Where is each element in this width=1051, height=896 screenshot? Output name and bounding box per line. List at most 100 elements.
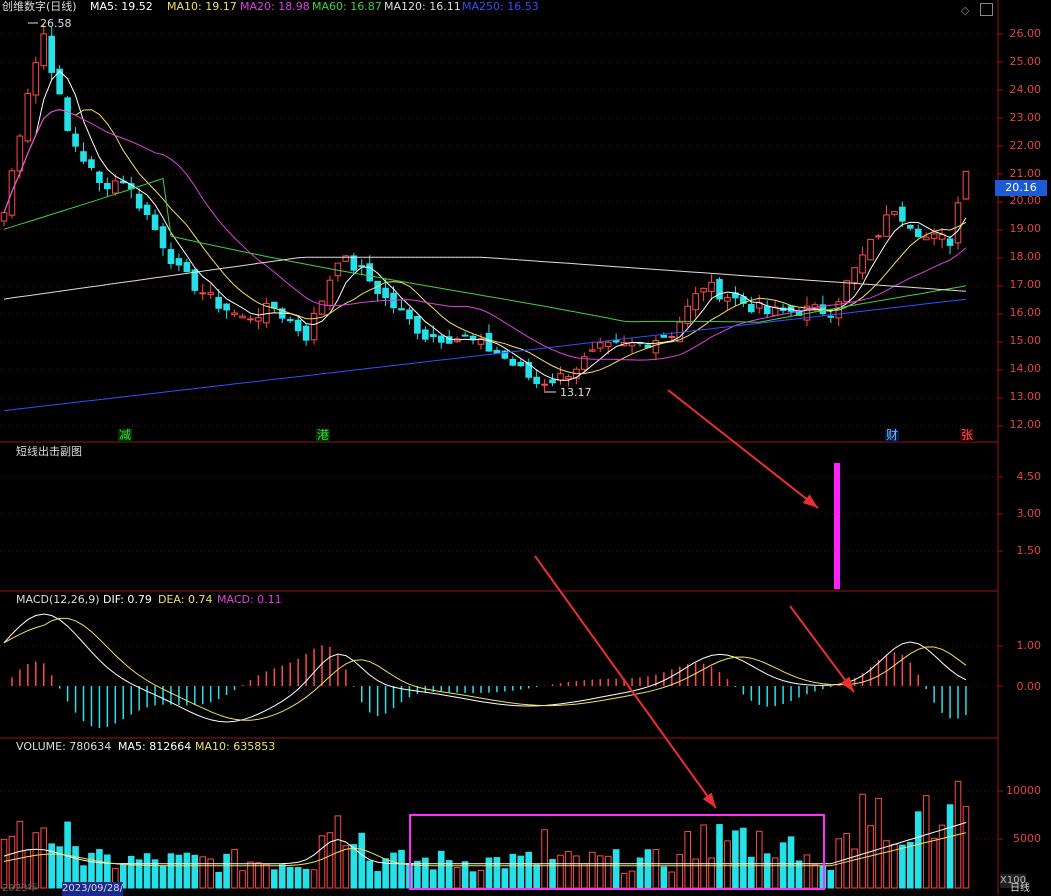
window-box-icon[interactable]	[980, 3, 993, 16]
volume-bar	[708, 857, 715, 889]
volume-bar	[366, 860, 373, 889]
candle-body	[318, 300, 326, 315]
candle-body	[469, 335, 477, 341]
volume-bar	[453, 866, 461, 889]
period-label[interactable]: 日线	[1010, 882, 1030, 896]
volume-bar	[310, 869, 318, 889]
chart-canvas[interactable]	[0, 0, 1051, 895]
candle-body	[406, 309, 413, 320]
macd-axis-1: 1.00	[1016, 639, 1042, 652]
candle-body	[350, 255, 358, 271]
volume-bar	[485, 857, 493, 889]
volume-bar	[517, 855, 525, 889]
volume-bar	[763, 853, 771, 889]
ma250-label: MA250: 16.53	[462, 0, 539, 13]
volume-bar	[851, 848, 858, 889]
volume-bar	[843, 832, 851, 889]
volume-bar	[167, 853, 175, 889]
volume-ma5: MA5: 812664	[118, 740, 192, 753]
volume-bar	[660, 866, 668, 889]
candle-body	[763, 305, 771, 315]
candle-body	[509, 358, 517, 366]
volume-bar	[191, 854, 199, 889]
price-axis-label: 13.00	[1009, 389, 1042, 403]
volume-bar	[875, 797, 882, 889]
volume-bar	[358, 832, 366, 889]
volume-bar	[143, 853, 151, 889]
candle-body	[930, 233, 938, 239]
arrow-macd	[789, 605, 855, 693]
price-axis-label: 26.00	[1009, 27, 1042, 40]
volume-bar	[859, 793, 866, 889]
marker-finance[interactable]: 财	[885, 429, 900, 442]
ma5-label: MA5: 19.52	[90, 0, 153, 13]
volume-bar	[8, 835, 16, 889]
candle-body	[589, 349, 596, 352]
volume-title: VOLUME: 780634	[16, 740, 112, 753]
candle-body	[382, 287, 389, 299]
candle-body	[668, 336, 676, 339]
candle-body	[485, 332, 493, 352]
ma250-line	[3, 298, 967, 412]
candle-body	[899, 206, 906, 222]
candle-body	[596, 342, 604, 349]
candle-body	[422, 329, 429, 340]
volume-bar	[652, 849, 660, 889]
volume-bar	[596, 855, 604, 889]
candle-body	[175, 258, 183, 266]
marker-rise[interactable]: 张	[960, 429, 975, 442]
candle-body	[16, 135, 24, 172]
candle-body	[541, 383, 548, 386]
candle-body	[255, 317, 262, 322]
volume-bar	[581, 863, 588, 889]
candle-body	[461, 334, 469, 337]
dif-line	[3, 613, 967, 723]
candle-body	[851, 267, 858, 284]
candle-body	[358, 265, 366, 268]
volume-bar	[732, 830, 739, 889]
candle-body	[199, 292, 207, 295]
volume-bar	[795, 860, 803, 889]
marker-reduce[interactable]: 减	[118, 429, 133, 442]
volume-bar	[302, 868, 310, 889]
candle-body	[907, 225, 914, 229]
volume-bar	[215, 871, 222, 889]
ma10-label: MA10: 19.17	[167, 0, 237, 13]
volume-bar	[445, 860, 453, 889]
candle-body	[549, 379, 556, 384]
candle-body	[660, 334, 668, 338]
volume-bar	[509, 853, 517, 889]
volume-bar	[239, 870, 246, 889]
price-axis-label: 19.00	[1009, 222, 1042, 236]
candle-body	[151, 214, 159, 230]
candle-body	[827, 315, 835, 318]
volume-bar	[422, 857, 429, 889]
volume-bar	[159, 865, 167, 889]
volume-bar	[724, 840, 731, 889]
candle-body	[64, 97, 71, 131]
volume-bar	[199, 856, 207, 889]
candle-body	[891, 211, 898, 215]
candle-body	[0, 212, 8, 222]
volume-bar	[437, 850, 445, 889]
signal-bar	[834, 463, 840, 589]
arrow-volume-head	[702, 792, 716, 808]
ma120-label: MA120: 16.11	[384, 0, 461, 13]
candle-body	[32, 62, 40, 96]
volume-bar	[620, 872, 628, 889]
bottom-date[interactable]: 2023/09/28/	[62, 882, 124, 896]
volume-bar	[573, 855, 580, 889]
volume-bar	[374, 871, 381, 889]
price-axis-label: 20.00	[1009, 194, 1042, 208]
sub1-axis-1: 4.50	[1016, 470, 1042, 483]
diamond-icon[interactable]: ◇	[961, 4, 969, 17]
candle-body	[104, 183, 111, 190]
marker-hk[interactable]: 港	[316, 429, 331, 442]
ma60-line	[3, 177, 967, 323]
candle-body	[80, 151, 87, 162]
candle-body	[517, 361, 525, 367]
stock-chart-window[interactable]: 创维数字(日线) MA5: 19.52 MA10: 19.17 MA20: 18…	[0, 0, 1051, 896]
volume-bar	[493, 857, 501, 889]
candle-body	[24, 92, 32, 142]
ma20-label: MA20: 18.98	[240, 0, 310, 13]
